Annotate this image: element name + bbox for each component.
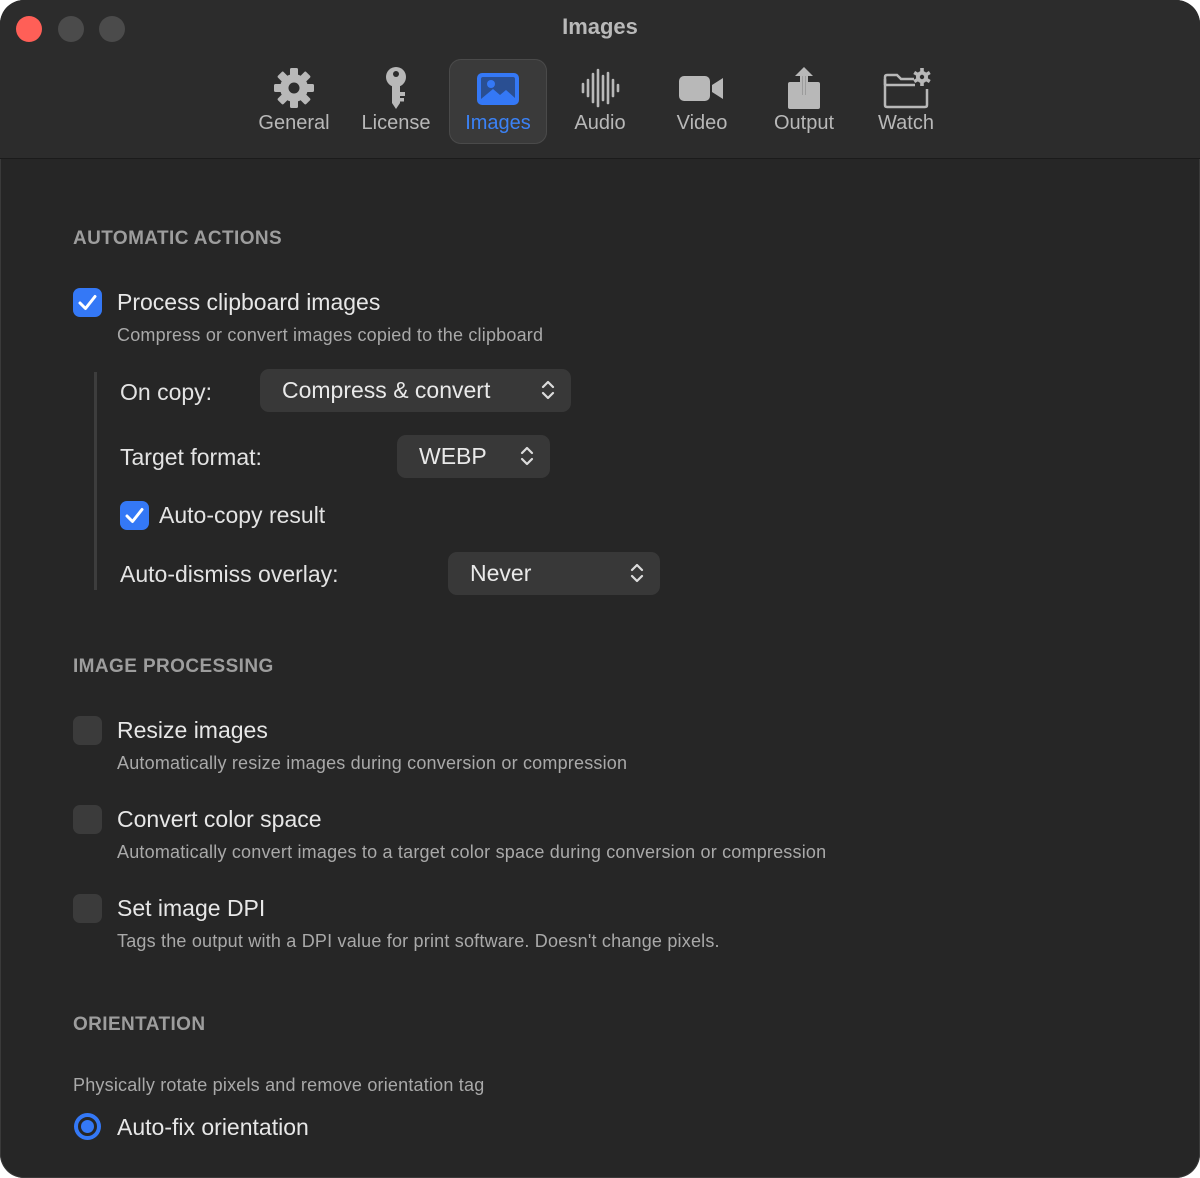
tab-output[interactable]: Output bbox=[755, 59, 853, 144]
video-camera-icon bbox=[679, 76, 723, 101]
section-header-image-processing: IMAGE PROCESSING bbox=[73, 656, 274, 677]
resize-images-description: Automatically resize images during conve… bbox=[117, 753, 628, 773]
indent-guide bbox=[94, 372, 97, 590]
auto-copy-checkbox[interactable] bbox=[120, 501, 149, 530]
tab-label: General bbox=[258, 112, 330, 134]
tab-general[interactable]: General bbox=[245, 59, 343, 144]
tab-label: Video bbox=[676, 112, 728, 134]
resize-images-checkbox[interactable] bbox=[73, 716, 102, 745]
convert-color-space-description: Automatically convert images to a target… bbox=[117, 842, 827, 862]
auto-dismiss-label: Auto-dismiss overlay: bbox=[120, 561, 339, 587]
target-format-select[interactable]: WEBP bbox=[397, 435, 550, 478]
toolbar: Images General License Images Audio Vide… bbox=[0, 0, 1200, 159]
target-format-value: WEBP bbox=[419, 443, 487, 469]
set-image-dpi-title: Set image DPI bbox=[117, 895, 266, 921]
auto-fix-orientation-label: Auto-fix orientation bbox=[117, 1114, 309, 1140]
tab-label: Output bbox=[773, 112, 835, 134]
tab-label: License bbox=[361, 112, 431, 134]
share-icon bbox=[788, 67, 820, 109]
section-header-orientation: ORIENTATION bbox=[73, 1014, 206, 1035]
window-title: Images bbox=[562, 14, 638, 39]
orientation-description: Physically rotate pixels and remove orie… bbox=[73, 1075, 485, 1095]
checkmark-icon bbox=[78, 295, 97, 310]
process-clipboard-checkbox[interactable] bbox=[73, 288, 102, 317]
set-image-dpi-description: Tags the output with a DPI value for pri… bbox=[117, 931, 720, 951]
set-image-dpi-checkbox[interactable] bbox=[73, 894, 102, 923]
auto-dismiss-select[interactable]: Never bbox=[448, 552, 660, 595]
gear-icon bbox=[274, 68, 314, 108]
tab-images[interactable]: Images bbox=[449, 59, 547, 144]
chevron-up-down-icon bbox=[520, 446, 534, 466]
chevron-up-down-icon bbox=[541, 380, 555, 400]
chevron-up-down-icon bbox=[630, 563, 644, 583]
auto-dismiss-value: Never bbox=[470, 560, 532, 586]
on-copy-value: Compress & convert bbox=[282, 377, 491, 403]
process-clipboard-description: Compress or convert images copied to the… bbox=[117, 325, 544, 345]
target-format-label: Target format: bbox=[120, 444, 262, 470]
on-copy-select[interactable]: Compress & convert bbox=[260, 369, 571, 412]
radio-dot bbox=[78, 1117, 97, 1136]
convert-color-space-title: Convert color space bbox=[117, 806, 322, 832]
tab-label: Audio bbox=[574, 112, 626, 134]
auto-copy-label: Auto-copy result bbox=[159, 502, 326, 528]
resize-images-title: Resize images bbox=[117, 717, 268, 743]
tab-license[interactable]: License bbox=[347, 59, 445, 144]
checkmark-icon bbox=[125, 508, 144, 523]
image-icon bbox=[477, 73, 519, 105]
waveform-icon bbox=[581, 68, 620, 108]
tab-label: Watch bbox=[878, 112, 934, 134]
process-clipboard-title: Process clipboard images bbox=[117, 289, 381, 315]
on-copy-label: On copy: bbox=[120, 379, 213, 405]
convert-color-space-checkbox[interactable] bbox=[73, 805, 102, 834]
tab-label: Images bbox=[465, 112, 531, 134]
tab-watch[interactable]: Watch bbox=[857, 59, 955, 144]
preferences-window: Images General License Images Audio Vide… bbox=[0, 0, 1200, 1178]
auto-fix-orientation-radio[interactable] bbox=[74, 1113, 101, 1140]
tab-video[interactable]: Video bbox=[653, 59, 751, 144]
key-icon bbox=[386, 67, 406, 109]
section-header-automatic-actions: AUTOMATIC ACTIONS bbox=[73, 228, 283, 249]
folder-gear-icon bbox=[883, 68, 931, 109]
tab-audio[interactable]: Audio bbox=[551, 59, 649, 144]
